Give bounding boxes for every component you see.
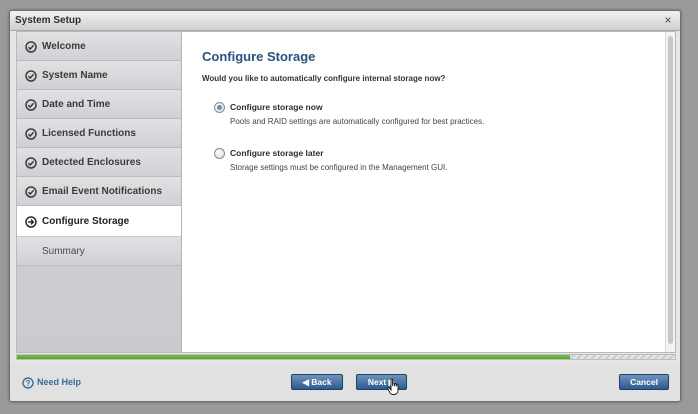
option-description: Pools and RAID settings are automaticall… [230,117,485,126]
wizard-footer: ? Need Help ◀ Back Next ▶ Cancel [10,363,680,401]
option-label: Configure storage now [230,102,323,112]
option-description: Storage settings must be configured in t… [230,163,448,172]
step-label: Licensed Functions [42,127,136,139]
step-label: Summary [42,245,85,257]
wizard-body: Welcome System Name Date and Time Licens… [16,31,676,353]
option-label: Configure storage later [230,148,324,158]
back-button[interactable]: ◀ Back [291,374,343,390]
step-label: Configure Storage [42,215,130,227]
arrow-circle-icon [25,215,37,228]
system-setup-dialog: System Setup × Welcome System Name Date … [9,10,681,402]
step-email-event-notifications[interactable]: Email Event Notifications [17,177,181,206]
radio-configure-now[interactable] [214,102,225,113]
need-help-label: Need Help [37,377,82,387]
storage-question: Would you like to automatically configur… [202,74,446,83]
title-bar[interactable]: System Setup × [10,11,680,31]
check-circle-icon [25,98,37,111]
radio-configure-later[interactable] [214,148,225,159]
step-configure-storage[interactable]: Configure Storage [17,206,181,237]
step-label: System Name [42,69,108,81]
content-panel: Configure Storage Would you like to auto… [182,32,665,352]
step-label: Date and Time [42,98,111,110]
step-welcome[interactable]: Welcome [17,32,181,61]
hand-pointer-icon [387,378,401,396]
wizard-steps-sidebar: Welcome System Name Date and Time Licens… [17,32,182,352]
step-summary[interactable]: Summary [17,237,181,266]
step-system-name[interactable]: System Name [17,61,181,90]
cancel-button[interactable]: Cancel [619,374,669,390]
check-circle-icon [25,40,37,53]
progress-bar [16,354,676,360]
svg-text:?: ? [26,379,31,388]
help-icon: ? [22,376,34,389]
step-label: Email Event Notifications [42,185,163,197]
check-circle-icon [25,69,37,82]
window-title: System Setup [15,15,82,26]
step-label: Detected Enclosures [42,156,141,168]
step-licensed-functions[interactable]: Licensed Functions [17,119,181,148]
check-circle-icon [25,127,37,140]
step-detected-enclosures[interactable]: Detected Enclosures [17,148,181,177]
page-title: Configure Storage [202,49,316,64]
progress-fill [17,355,570,359]
check-circle-icon [25,156,37,169]
scrollbar-thumb[interactable] [668,36,673,344]
vertical-scrollbar[interactable] [665,32,675,352]
check-circle-icon [25,185,37,198]
step-label: Welcome [42,40,86,52]
step-date-and-time[interactable]: Date and Time [17,90,181,119]
close-button[interactable]: × [662,13,674,27]
need-help-link[interactable]: ? Need Help [22,376,82,389]
